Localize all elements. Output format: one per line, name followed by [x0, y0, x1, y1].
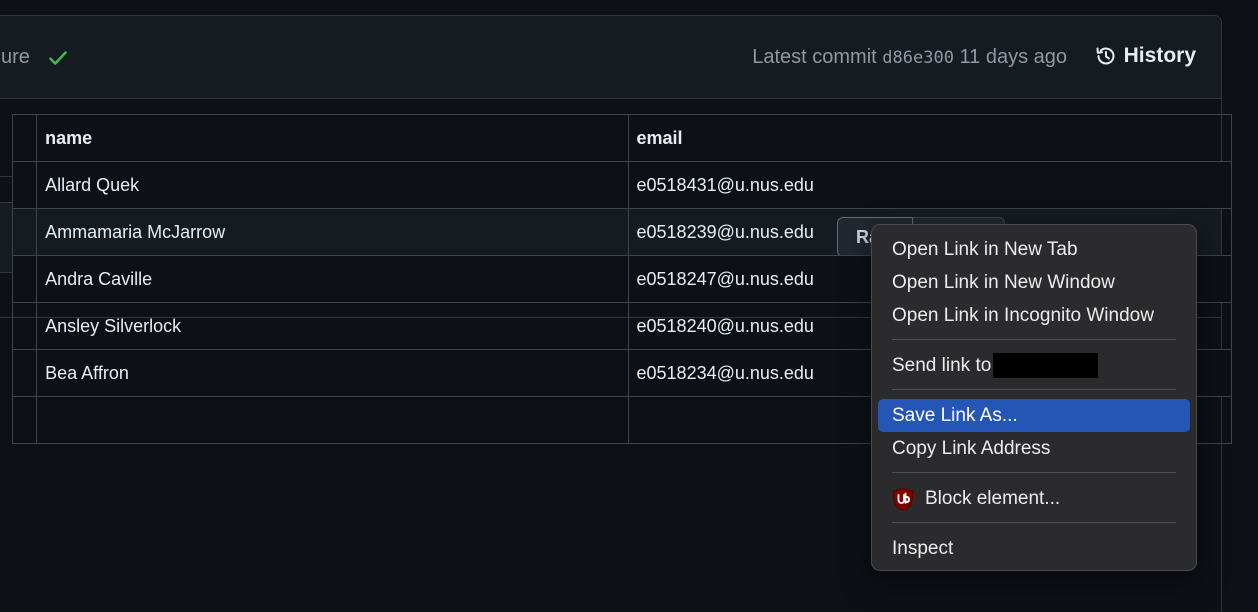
menu-item-send-link-label: Send link to: [892, 354, 992, 376]
menu-separator: [892, 522, 1176, 523]
commit-sha-link[interactable]: d86e300: [882, 48, 954, 68]
menu-item-block-element[interactable]: Block element...: [878, 482, 1190, 515]
table-cell-name: Ammamaria McJarrow: [36, 208, 629, 256]
context-menu: Open Link in New Tab Open Link in New Wi…: [871, 224, 1197, 571]
table-cell-index: [11, 161, 38, 209]
latest-commit-info: Latest commit d86e300 11 days ago: [752, 46, 1067, 69]
table-row: Allard Quek e0518431@u.nus.edu: [11, 161, 1233, 209]
table-cell-index: [11, 302, 38, 350]
menu-item-inspect[interactable]: Inspect: [878, 532, 1190, 565]
page: ure Latest commit d86e300 11 days ago Hi…: [0, 0, 1258, 612]
menu-item-block-element-label: Block element...: [925, 487, 1061, 509]
menu-separator: [892, 389, 1176, 390]
redacted-device-name: [993, 353, 1099, 378]
history-label: History: [1123, 44, 1196, 67]
menu-item-open-incognito[interactable]: Open Link in Incognito Window: [878, 299, 1190, 332]
history-icon: [1096, 47, 1115, 65]
column-header-name: name: [36, 114, 629, 162]
table-cell-index: [11, 208, 38, 256]
menu-item-open-new-window[interactable]: Open Link in New Window: [878, 266, 1190, 299]
latest-commit-label: Latest commit: [752, 46, 877, 68]
column-header-index: [11, 114, 38, 162]
table-cell-name: [36, 396, 629, 444]
column-header-email: email: [627, 114, 1233, 162]
ublock-origin-icon: [892, 486, 914, 511]
commit-header: ure Latest commit d86e300 11 days ago Hi…: [0, 16, 1221, 99]
table-cell-name: Andra Caville: [36, 255, 629, 303]
menu-separator: [892, 472, 1176, 473]
table-cell-index: [11, 255, 38, 303]
check-icon: [49, 51, 67, 65]
table-cell-name: Bea Affron: [36, 349, 629, 397]
menu-item-open-new-tab[interactable]: Open Link in New Tab: [878, 233, 1190, 266]
table-cell-index: [11, 396, 38, 444]
menu-item-send-link[interactable]: Send link to: [878, 349, 1190, 382]
history-button[interactable]: History: [1094, 44, 1196, 68]
menu-item-copy-link-address[interactable]: Copy Link Address: [878, 432, 1190, 465]
menu-separator: [892, 339, 1176, 340]
commit-message[interactable]: ure: [1, 46, 30, 69]
table-cell-name: Allard Quek: [36, 161, 629, 209]
table-cell-email[interactable]: e0518431@u.nus.edu: [627, 161, 1233, 209]
table-header-row: name email: [11, 114, 1233, 162]
commit-age: 11 days ago: [959, 46, 1068, 68]
menu-item-save-link-as[interactable]: Save Link As...: [878, 399, 1190, 432]
table-cell-index: [11, 349, 38, 397]
table-cell-name: Ansley Silverlock: [36, 302, 629, 350]
